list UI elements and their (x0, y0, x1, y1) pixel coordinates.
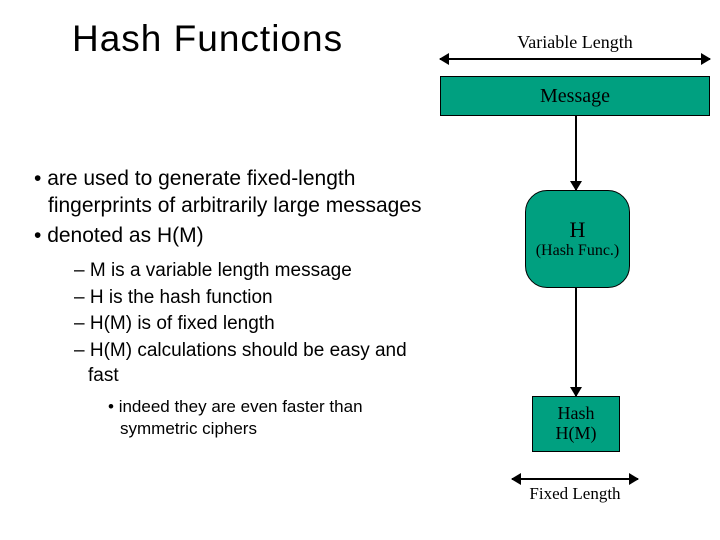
hash-function-box: H (Hash Func.) (525, 190, 630, 288)
sub-bullet-2: H is the hash function (70, 286, 430, 311)
slide-title: Hash Functions (72, 18, 343, 60)
hash-output-box: Hash H(M) (532, 396, 620, 452)
sub-list: M is a variable length message H is the … (70, 259, 430, 441)
sub-bullet-4: H(M) calculations should be easy and fas… (70, 339, 430, 388)
hash-func-h: H (570, 218, 586, 242)
message-box: Message (440, 76, 710, 116)
arrow-down-icon (575, 288, 577, 396)
sub-bullet-1: M is a variable length message (70, 259, 430, 284)
bullet-1: are used to generate fixed-length finger… (30, 165, 430, 220)
double-arrow-icon (440, 58, 710, 60)
bullet-2: denoted as H(M) (30, 222, 430, 249)
hash-out-line2: H(M) (556, 424, 597, 444)
arrow-down-icon (575, 116, 577, 190)
double-arrow-icon (512, 478, 638, 480)
hash-func-sub: (Hash Func.) (536, 242, 620, 260)
message-label: Message (540, 85, 610, 108)
hash-out-line1: Hash (558, 404, 595, 424)
fixed-length-label: Fixed Length (520, 484, 630, 504)
sub-sub-list: indeed they are even faster than symmetr… (104, 396, 430, 440)
hash-diagram: Variable Length Message H (Hash Func.) H… (440, 32, 710, 502)
content-text: are used to generate fixed-length finger… (30, 165, 430, 441)
variable-length-label: Variable Length (455, 32, 695, 53)
sub-bullet-3: H(M) is of fixed length (70, 312, 430, 337)
subsub-bullet-1: indeed they are even faster than symmetr… (104, 396, 430, 440)
